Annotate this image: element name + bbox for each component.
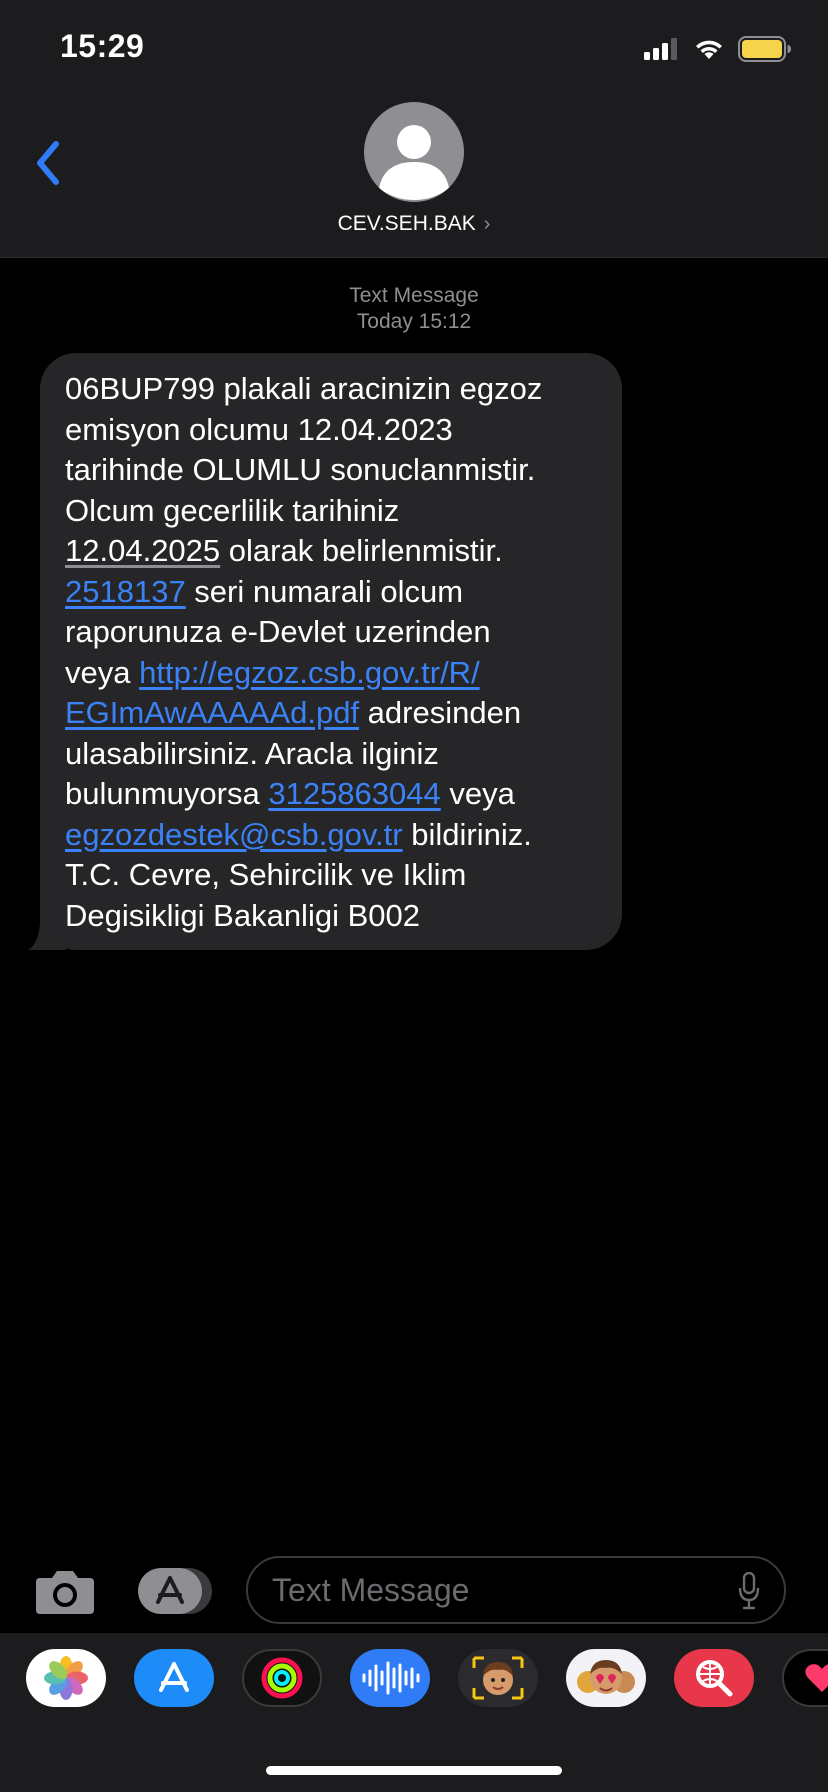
- message-line: 2518137 seri numarali olcum: [65, 572, 602, 613]
- memoji-stickers-icon[interactable]: [566, 1649, 646, 1707]
- message-line: EGImAwAAAAAd.pdf adresinden: [65, 693, 602, 734]
- message-line: ulasabilirsiniz. Aracla ilginiz: [65, 735, 439, 771]
- contact-avatar[interactable]: [364, 102, 464, 202]
- message-text: adresinden: [359, 695, 522, 730]
- message-line: Olcum gecerlilik tarihiniz: [65, 492, 400, 528]
- status-bar: 15:29: [0, 0, 828, 100]
- wifi-icon: [696, 40, 722, 59]
- message-input[interactable]: [272, 1558, 712, 1622]
- message-line: raporunuza e-Devlet uzerinden: [65, 614, 491, 649]
- message-line: egzozdestek@csb.gov.tr bildiriniz.: [65, 815, 602, 856]
- message-text: bildiriniz.: [402, 816, 532, 852]
- message-bubble[interactable]: 06BUP799 plakali aracinizin egzoz emisyo…: [40, 353, 622, 950]
- message-line: 12.04.2025 olarak belirlenmistir.: [65, 531, 602, 572]
- message-text: olarak belirlenmistir.: [220, 533, 503, 568]
- audio-message-icon[interactable]: [350, 1649, 430, 1707]
- waveform-glyph: [362, 1661, 420, 1695]
- battery-icon: [738, 36, 791, 62]
- service-label: Text Message: [349, 284, 479, 307]
- digital-touch-icon[interactable]: [782, 1649, 828, 1707]
- chevron-right-icon: ›: [483, 212, 491, 235]
- camera-icon[interactable]: [34, 1568, 96, 1616]
- heart-glyph: [805, 1664, 828, 1692]
- memoji-icon[interactable]: [458, 1649, 538, 1707]
- email-link[interactable]: egzozdestek@csb.gov.tr: [65, 817, 403, 852]
- app-store-icon[interactable]: [134, 1649, 214, 1707]
- app-store-glyph: [159, 1662, 189, 1692]
- memoji-glyph: [472, 1656, 524, 1700]
- message-line: emisyon olcumu 12.04.2023: [65, 411, 453, 447]
- message-timestamp: Today 15:12: [356, 310, 472, 333]
- message-line: 06BUP799 plakali aracinizin egzoz: [65, 371, 543, 406]
- message-line: Degisikligi Bakanligi B002: [65, 897, 420, 933]
- message-line: T.C. Cevre, Sehircilik ve Iklim: [65, 857, 467, 892]
- home-indicator[interactable]: [266, 1766, 562, 1775]
- url-link[interactable]: EGImAwAAAAAd.pdf: [65, 695, 359, 730]
- message-text: veya: [65, 654, 140, 690]
- message-text: seri numarali olcum: [185, 573, 464, 609]
- message-line: bulunmuyorsa 3125863044 veya: [65, 774, 602, 815]
- activity-icon[interactable]: [242, 1649, 322, 1707]
- message-input-container: [246, 1556, 786, 1624]
- memoji-stickers-glyph: [577, 1660, 635, 1694]
- message-text: veya: [440, 776, 515, 811]
- microphone-icon[interactable]: [738, 1572, 760, 1610]
- message-meta: Text Message Today 15:12: [0, 283, 828, 335]
- number-link[interactable]: 2518137: [65, 574, 186, 609]
- composer: [0, 1550, 828, 1630]
- url-link[interactable]: http://egzoz.csb.gov.tr/R/: [139, 655, 480, 690]
- contact-name-button[interactable]: CEV.SEH.BAK ›: [0, 212, 828, 236]
- app-drawer-icon[interactable]: [138, 1568, 212, 1614]
- person-icon: [379, 125, 449, 200]
- contact-name: CEV.SEH.BAK: [337, 212, 476, 235]
- activity-rings-glyph: [261, 1657, 303, 1699]
- phone-link[interactable]: 3125863044: [268, 776, 440, 811]
- image-search-icon[interactable]: [674, 1649, 754, 1707]
- message-line: veya http://egzoz.csb.gov.tr/R/: [65, 653, 602, 694]
- message-line: tarihinde OLUMLU sonuclanmistir.: [65, 452, 536, 487]
- message-text: bulunmuyorsa: [65, 776, 269, 811]
- chevron-left-icon[interactable]: [30, 136, 70, 190]
- status-icons: [644, 36, 792, 62]
- date-link[interactable]: 12.04.2025: [65, 533, 220, 568]
- conversation-header: CEV.SEH.BAK ›: [0, 100, 828, 258]
- photos-glyph: [44, 1656, 88, 1700]
- cellular-signal-icon: [644, 38, 677, 60]
- magnifier-globe-glyph: [696, 1660, 733, 1697]
- photos-icon[interactable]: [26, 1649, 106, 1707]
- status-time: 15:29: [60, 28, 145, 64]
